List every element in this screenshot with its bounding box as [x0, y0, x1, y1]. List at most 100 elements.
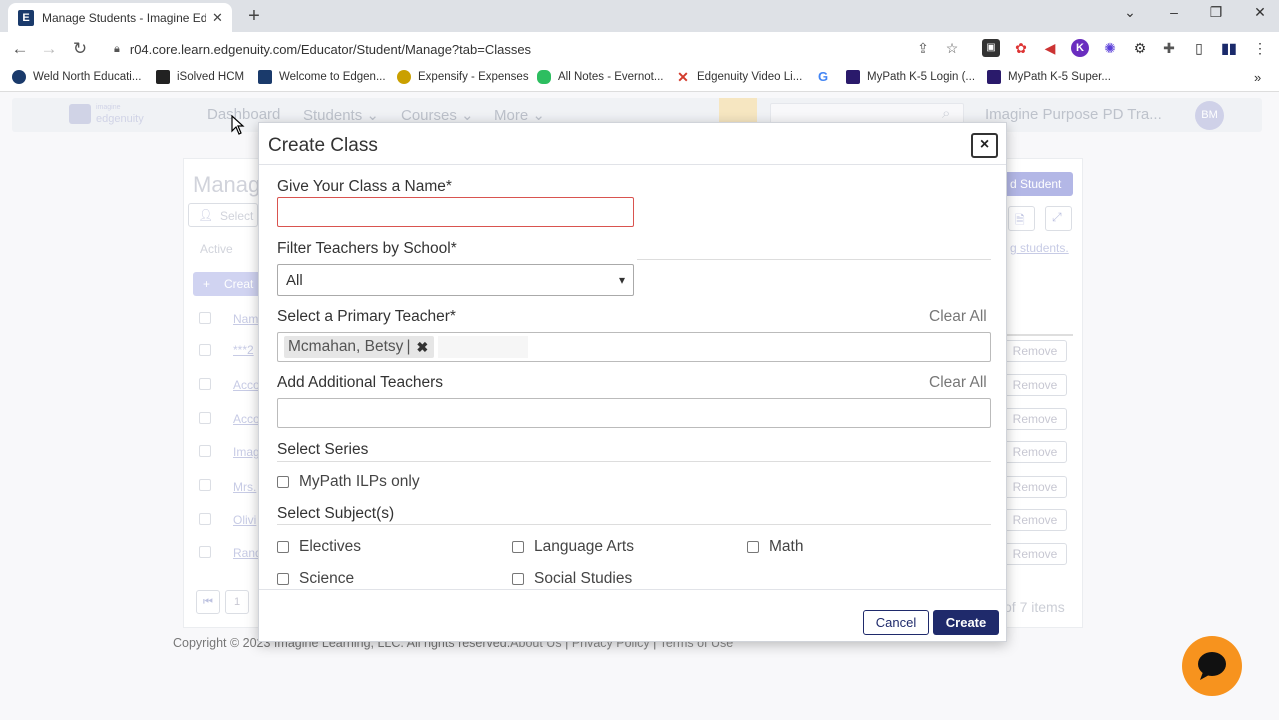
- bookmark-label: MyPath K-5 Login (...: [867, 71, 976, 83]
- bookmark-label: Edgenuity Video Li...: [697, 71, 803, 83]
- extension-puzzle-icon[interactable]: ✿: [1012, 39, 1030, 57]
- restore-icon[interactable]: ❐: [1204, 4, 1228, 21]
- tab-search-chevron-icon[interactable]: ⌄: [1118, 4, 1142, 21]
- chevron-down-icon: ▾: [618, 273, 625, 287]
- window-close-icon[interactable]: ✕: [1248, 4, 1272, 21]
- additional-teachers-input[interactable]: [277, 398, 991, 428]
- class-name-input[interactable]: [277, 197, 634, 227]
- mypath-ilps-checkbox[interactable]: [277, 476, 289, 488]
- section-divider: [277, 524, 991, 525]
- side-panel-icon[interactable]: ▯: [1190, 39, 1208, 57]
- additional-teachers-label: Add Additional Teachers: [277, 374, 444, 391]
- extension-gear-icon[interactable]: ✺: [1101, 39, 1119, 57]
- bookmark-isolved[interactable]: iSolved HCM: [156, 70, 244, 84]
- edgenuity-video-icon: ✕: [676, 69, 690, 85]
- evernote-icon: [537, 70, 551, 84]
- primary-teacher-tag-label: Mcmahan, Betsy: [288, 338, 404, 355]
- bookmark-star-icon[interactable]: ☆: [943, 39, 961, 57]
- forward-arrow-icon[interactable]: →: [38, 39, 60, 59]
- bookmarks-overflow-icon[interactable]: »: [1254, 70, 1261, 85]
- profile-icon[interactable]: ▮▮: [1220, 39, 1238, 57]
- language-arts-checkbox[interactable]: [512, 541, 524, 553]
- mypath-icon: [846, 70, 860, 84]
- new-tab-icon[interactable]: +: [244, 5, 264, 28]
- back-arrow-icon[interactable]: ←: [9, 39, 31, 59]
- chrome-menu-icon[interactable]: ⋮: [1251, 39, 1269, 57]
- social-studies-checkbox[interactable]: [512, 573, 524, 585]
- edgenuity-icon: [258, 70, 272, 84]
- cancel-button[interactable]: Cancel: [863, 610, 929, 635]
- extension-icon[interactable]: ▣: [982, 39, 1000, 57]
- filter-school-label: Filter Teachers by School*: [277, 240, 457, 257]
- modal-title: Create Class: [268, 135, 378, 156]
- language-arts-label: Language Arts: [534, 538, 634, 555]
- math-checkbox[interactable]: [747, 541, 759, 553]
- science-checkbox[interactable]: [277, 573, 289, 585]
- isolved-icon: [156, 70, 170, 84]
- browser-tab-bar: E Manage Students - Imagine Edgenuity ✕ …: [0, 0, 1279, 32]
- bookmark-label: Weld North Educati...: [33, 71, 142, 83]
- url-text: r04.core.learn.edgenuity.com/Educator/St…: [129, 41, 532, 57]
- electives-checkbox[interactable]: [277, 541, 289, 553]
- social-studies-label: Social Studies: [534, 570, 633, 587]
- bookmark-google[interactable]: G: [816, 70, 837, 84]
- tab-title: Manage Students - Imagine Edgenuity: [42, 10, 206, 25]
- bookmark-label: All Notes - Evernot...: [558, 71, 664, 83]
- electives-label: Electives: [299, 538, 362, 555]
- bookmark-evernote[interactable]: All Notes - Evernot...: [537, 70, 663, 84]
- bookmarks-bar: Weld North Educati... iSolved HCM Welcom…: [0, 66, 1279, 92]
- class-name-label: Give Your Class a Name*: [277, 178, 452, 195]
- subject-social-studies[interactable]: Social Studies: [512, 570, 632, 588]
- math-label: Math: [769, 538, 804, 555]
- tab-close-icon[interactable]: ✕: [212, 10, 223, 26]
- modal-footer-divider: [259, 589, 1006, 590]
- subject-math[interactable]: Math: [747, 538, 803, 556]
- bookmark-mypath-super[interactable]: MyPath K-5 Super...: [987, 70, 1111, 84]
- bookmark-label: Welcome to Edgen...: [279, 71, 386, 83]
- primary-teacher-tag: Mcmahan, Betsy | ✖: [284, 336, 435, 358]
- mypath-ilps-label: MyPath ILPs only: [299, 473, 420, 490]
- google-icon: G: [816, 69, 830, 84]
- bookmark-edgenuity-video[interactable]: ✕ Edgenuity Video Li...: [676, 70, 802, 84]
- teacher-search-field[interactable]: [438, 336, 528, 358]
- bookmark-expensify[interactable]: Expensify - Expenses: [397, 70, 529, 84]
- share-icon[interactable]: ⇪: [914, 39, 932, 57]
- subject-language-arts[interactable]: Language Arts: [512, 538, 634, 556]
- clear-all-primary-link[interactable]: Clear All: [929, 308, 987, 326]
- extension-megaphone-icon[interactable]: ◀: [1041, 39, 1059, 57]
- chat-bubble-icon: [1198, 652, 1226, 680]
- reload-icon[interactable]: ↻: [69, 39, 91, 59]
- minimize-icon[interactable]: –: [1162, 4, 1186, 20]
- science-label: Science: [299, 570, 355, 587]
- text-caret: |: [406, 338, 411, 355]
- series-label: Select Series: [277, 441, 369, 458]
- create-button[interactable]: Create: [933, 610, 999, 635]
- section-divider: [277, 461, 991, 462]
- subject-electives[interactable]: Electives: [277, 538, 361, 556]
- mypath-icon: [987, 70, 1001, 84]
- expensify-icon: [397, 70, 411, 84]
- extension-k-icon[interactable]: K: [1071, 39, 1089, 57]
- clear-all-additional-link[interactable]: Clear All: [929, 374, 987, 392]
- remove-tag-icon[interactable]: ✖: [416, 339, 428, 356]
- bookmark-mypath-login[interactable]: MyPath K-5 Login (...: [846, 70, 975, 84]
- browser-tab[interactable]: E Manage Students - Imagine Edgenuity ✕: [8, 3, 232, 32]
- bookmark-label: MyPath K-5 Super...: [1008, 71, 1111, 83]
- modal-close-button[interactable]: ×: [971, 133, 998, 158]
- subject-science[interactable]: Science: [277, 570, 354, 588]
- weld-north-icon: [12, 70, 26, 84]
- chat-button[interactable]: [1182, 636, 1242, 696]
- lock-icon: 🔒︎: [114, 42, 120, 55]
- bookmark-welcome-edgenuity[interactable]: Welcome to Edgen...: [258, 70, 386, 84]
- primary-teacher-input[interactable]: Mcmahan, Betsy | ✖: [277, 332, 991, 362]
- close-icon: ×: [979, 136, 990, 153]
- series-option-mypath[interactable]: MyPath ILPs only: [277, 473, 420, 491]
- edgenuity-favicon-icon: E: [18, 9, 34, 26]
- bookmark-label: Expensify - Expenses: [418, 71, 529, 83]
- create-class-modal: Create Class × Give Your Class a Name* F…: [258, 122, 1007, 642]
- mouse-cursor-icon: [231, 115, 245, 135]
- extensions-puzzle-icon[interactable]: ✚: [1160, 39, 1178, 57]
- filter-school-select[interactable]: All ▾: [277, 264, 634, 296]
- extension-settings-icon[interactable]: ⚙: [1131, 39, 1149, 57]
- bookmark-weld-north[interactable]: Weld North Educati...: [12, 70, 141, 84]
